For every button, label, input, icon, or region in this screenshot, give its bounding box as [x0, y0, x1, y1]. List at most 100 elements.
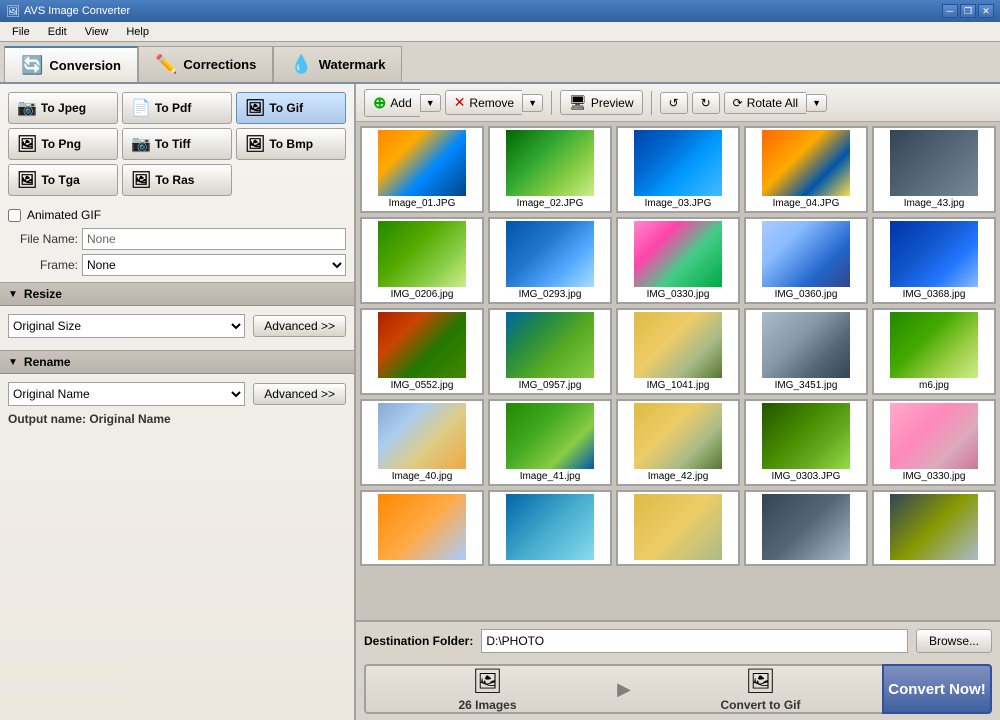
tab-conversion-label: Conversion: [49, 58, 121, 73]
menu-edit[interactable]: Edit: [40, 24, 75, 40]
remove-dropdown-button[interactable]: ▼: [522, 94, 543, 112]
image-name: Image_03.JPG: [645, 198, 712, 209]
menu-help[interactable]: Help: [118, 24, 157, 40]
add-dropdown-button[interactable]: ▼: [420, 94, 441, 112]
rotate-left-button[interactable]: ↺: [660, 92, 688, 114]
tab-corrections[interactable]: ✏️ Corrections: [138, 46, 273, 82]
images-icon: 🖼: [472, 667, 502, 696]
image-item[interactable]: IMG_0303.JPG: [744, 399, 868, 486]
rename-select[interactable]: Original Name Custom: [8, 382, 245, 406]
animated-gif-checkbox[interactable]: [8, 209, 21, 222]
rename-advanced-button[interactable]: Advanced >>: [253, 383, 346, 405]
image-thumbnail: [634, 312, 722, 378]
right-toolbar: ⊕ Add ▼ ✕ Remove ▼ 🖥 Preview: [356, 84, 1000, 122]
format-tga-button[interactable]: 🖼 To Tga: [8, 164, 118, 196]
image-name: IMG_0957.jpg: [519, 380, 582, 391]
preview-button[interactable]: 🖥 Preview: [560, 90, 642, 115]
image-item[interactable]: IMG_0330.jpg: [616, 217, 740, 304]
tab-bar: 🔄 Conversion ✏️ Corrections 💧 Watermark: [0, 42, 1000, 84]
image-item[interactable]: IMG_0368.jpg: [872, 217, 996, 304]
tab-corrections-label: Corrections: [183, 57, 256, 72]
menu-file[interactable]: File: [4, 24, 38, 40]
image-item[interactable]: m6.jpg: [872, 308, 996, 395]
image-thumbnail: [890, 403, 978, 469]
pdf-icon: 📄: [131, 98, 151, 118]
resize-section-header[interactable]: ▼ Resize: [0, 282, 354, 306]
convert-target-icon: 🖼: [745, 667, 775, 696]
image-item[interactable]: IMG_0330.jpg: [872, 399, 996, 486]
image-item[interactable]: IMG_1041.jpg: [616, 308, 740, 395]
minimize-button[interactable]: ─: [942, 4, 958, 18]
frame-select[interactable]: None: [82, 254, 346, 276]
bmp-icon: 🖼: [245, 134, 265, 154]
tab-watermark[interactable]: 💧 Watermark: [273, 46, 402, 82]
image-item[interactable]: Image_40.jpg: [360, 399, 484, 486]
image-item[interactable]: IMG_0957.jpg: [488, 308, 612, 395]
image-grid-container[interactable]: Image_01.JPG Image_02.JPG Image_03.JPG Imag…: [356, 122, 1000, 620]
remove-button[interactable]: ✕ Remove: [445, 90, 522, 115]
convert-target-text: Convert to Gif: [721, 698, 801, 712]
image-item[interactable]: Image_01.JPG: [360, 126, 484, 213]
image-thumbnail: [762, 312, 850, 378]
resize-section: Original Size Custom 25% 50% 75% Advance…: [0, 306, 354, 346]
file-name-input[interactable]: [82, 228, 346, 250]
image-item[interactable]: Image_03.JPG: [616, 126, 740, 213]
image-thumbnail: [634, 494, 722, 560]
image-item[interactable]: Image_41.jpg: [488, 399, 612, 486]
file-name-row: File Name:: [0, 226, 354, 252]
resize-advanced-button[interactable]: Advanced >>: [253, 315, 346, 337]
rotate-all-label: Rotate All: [747, 96, 798, 110]
animated-gif-label[interactable]: Animated GIF: [27, 208, 101, 222]
image-item[interactable]: Image_42.jpg: [616, 399, 740, 486]
close-button[interactable]: ✕: [978, 4, 994, 18]
image-item[interactable]: IMG_0552.jpg: [360, 308, 484, 395]
image-item[interactable]: [744, 490, 868, 566]
format-tiff-button[interactable]: 📷 To Tiff: [122, 128, 232, 160]
image-item[interactable]: IMG_3451.jpg: [744, 308, 868, 395]
destination-row: Destination Folder: Browse...: [356, 622, 1000, 660]
app-title: AVS Image Converter: [24, 5, 130, 17]
format-jpeg-button[interactable]: 📷 To Jpeg: [8, 92, 118, 124]
image-item[interactable]: Image_02.JPG: [488, 126, 612, 213]
image-item[interactable]: Image_04.JPG: [744, 126, 868, 213]
restore-button[interactable]: ❐: [960, 4, 976, 18]
browse-button[interactable]: Browse...: [916, 629, 992, 653]
image-item[interactable]: Image_43.jpg: [872, 126, 996, 213]
resize-select[interactable]: Original Size Custom 25% 50% 75%: [8, 314, 245, 338]
add-button[interactable]: ⊕ Add: [364, 89, 420, 117]
image-item[interactable]: IMG_0206.jpg: [360, 217, 484, 304]
image-thumbnail: [506, 494, 594, 560]
rename-section-header[interactable]: ▼ Rename: [0, 350, 354, 374]
destination-input[interactable]: [481, 629, 908, 653]
resize-section-label: Resize: [24, 287, 62, 301]
image-thumbnail: [762, 130, 850, 196]
image-thumbnail: [378, 312, 466, 378]
tab-conversion[interactable]: 🔄 Conversion: [4, 46, 138, 82]
rename-section: Original Name Custom Advanced >> Output …: [0, 374, 354, 434]
image-item[interactable]: IMG_0360.jpg: [744, 217, 868, 304]
frame-row: Frame: None: [0, 252, 354, 278]
image-item[interactable]: [488, 490, 612, 566]
images-count-text: 26 Images: [458, 698, 516, 712]
menu-view[interactable]: View: [77, 24, 117, 40]
format-pdf-button[interactable]: 📄 To Pdf: [122, 92, 232, 124]
format-gif-button[interactable]: 🖼 To Gif: [236, 92, 346, 124]
image-thumbnail: [634, 221, 722, 287]
image-item[interactable]: [616, 490, 740, 566]
image-name: Image_01.JPG: [389, 198, 456, 209]
rotate-all-button[interactable]: ⟳ Rotate All: [724, 92, 806, 114]
image-item[interactable]: IMG_0293.jpg: [488, 217, 612, 304]
format-ras-button[interactable]: 🖼 To Ras: [122, 164, 232, 196]
image-item[interactable]: [360, 490, 484, 566]
convert-now-button[interactable]: Convert Now!: [882, 664, 992, 714]
jpeg-icon: 📷: [17, 98, 37, 118]
format-grid: 📷 To Jpeg 📄 To Pdf 🖼 To Gif 🖼 To Png 📷 T…: [0, 84, 354, 204]
image-name: IMG_1041.jpg: [647, 380, 710, 391]
rotate-all-dropdown-button[interactable]: ▼: [806, 94, 827, 112]
image-item[interactable]: [872, 490, 996, 566]
destination-label: Destination Folder:: [364, 634, 473, 648]
rotate-right-button[interactable]: ↻: [692, 92, 720, 114]
rotate-all-icon: ⟳: [733, 96, 743, 110]
format-png-button[interactable]: 🖼 To Png: [8, 128, 118, 160]
format-bmp-button[interactable]: 🖼 To Bmp: [236, 128, 346, 160]
